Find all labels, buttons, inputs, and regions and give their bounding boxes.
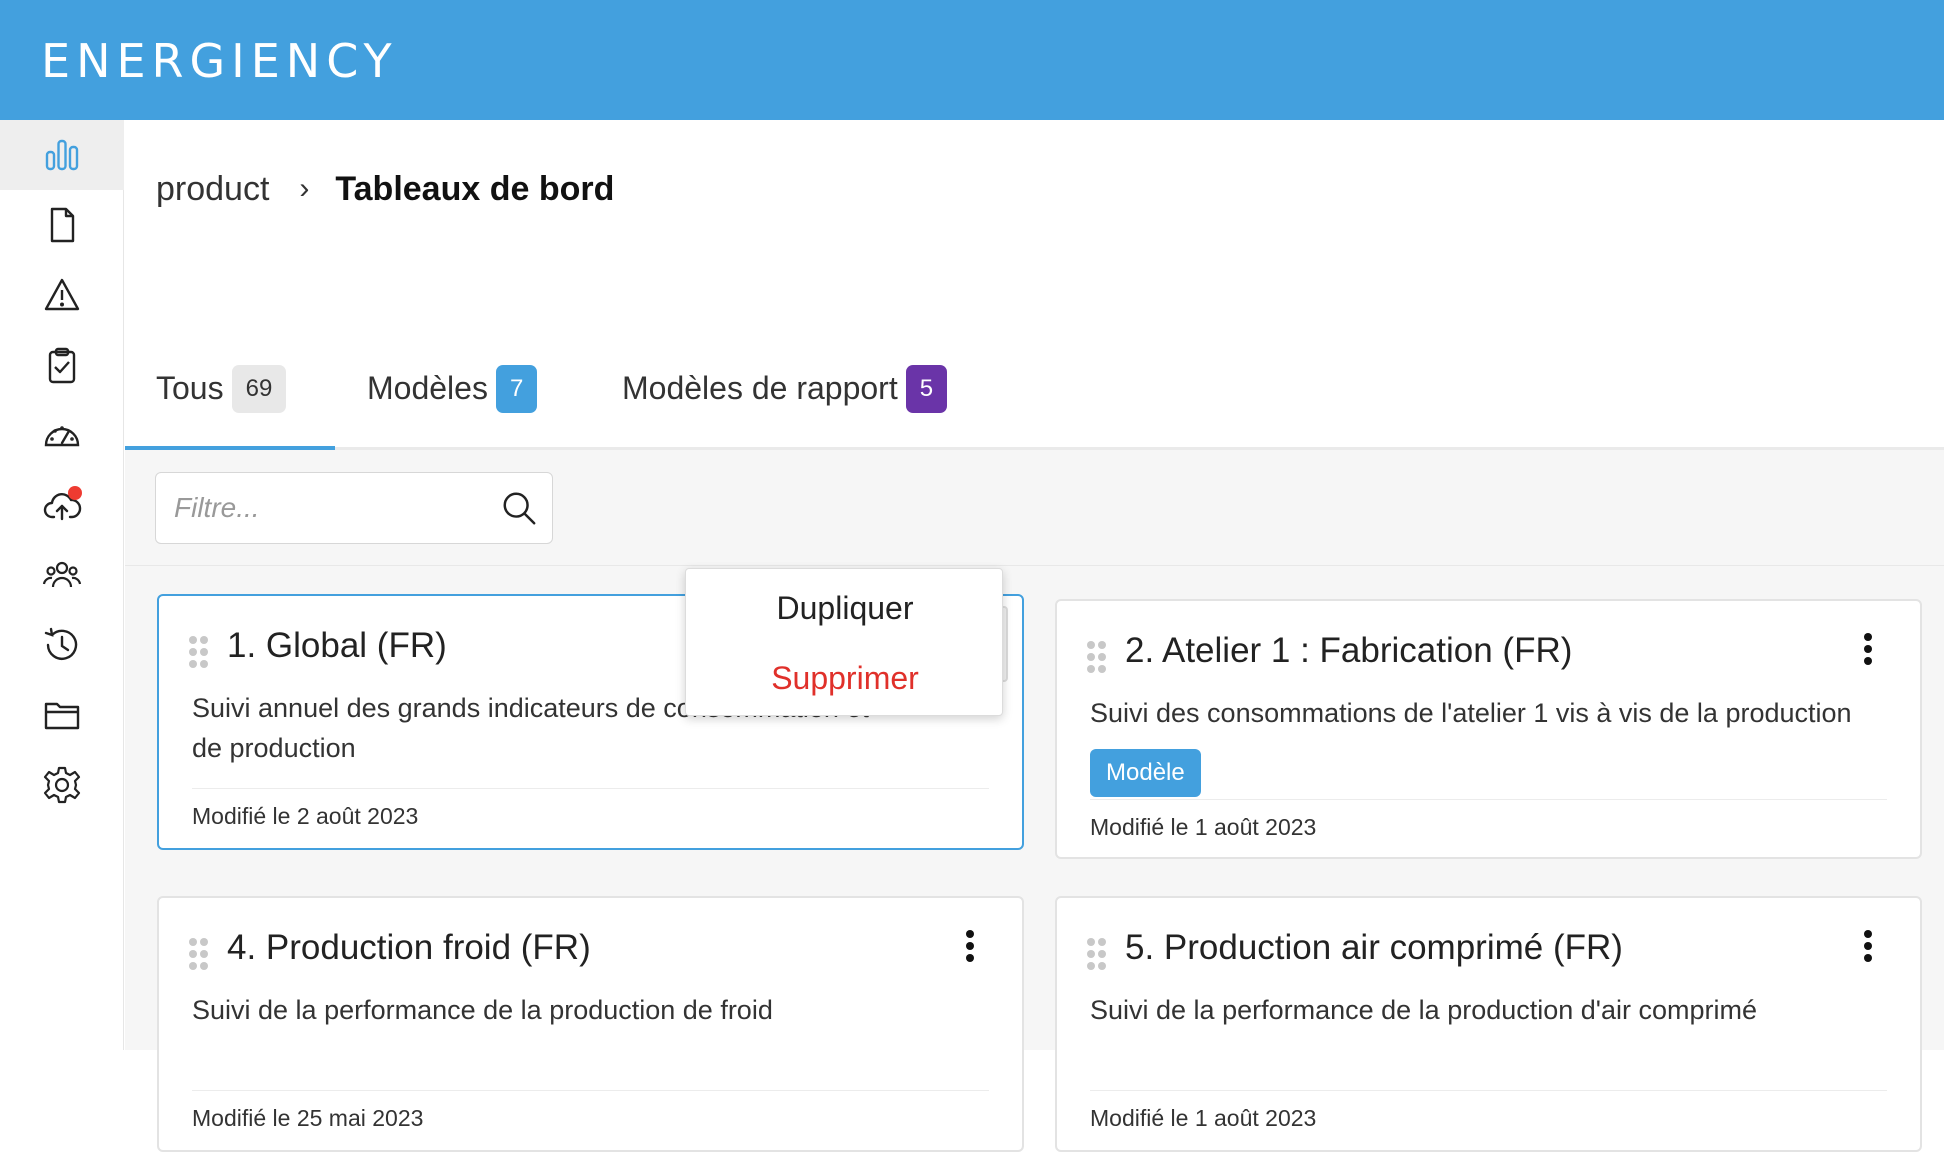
more-vertical-icon	[1864, 633, 1872, 665]
tab-count-badge: 5	[905, 364, 948, 413]
breadcrumb: product › Tableaux de bord	[156, 164, 614, 214]
card-modified-date: Modifié le 1 août 2023	[1090, 814, 1317, 840]
search-icon[interactable]	[500, 489, 538, 527]
tab-label: Tous	[156, 370, 224, 406]
sidebar-item-alerts[interactable]	[0, 260, 124, 330]
card-modified-date: Modifié le 1 août 2023	[1090, 1105, 1317, 1131]
gauge-icon	[44, 426, 80, 447]
card-menu-button[interactable]	[1830, 611, 1906, 687]
card-description: Suivi des consommations de l'atelier 1 v…	[1090, 698, 1852, 728]
tab-report-templates[interactable]: Modèles de rapport 5	[622, 330, 948, 447]
dashboard-card[interactable]: 2. Atelier 1 : Fabrication (FR) Suivi de…	[1055, 599, 1922, 859]
page-title: Tableaux de bord	[335, 169, 615, 208]
card-title[interactable]: 5. Production air comprimé (FR)	[1125, 928, 1623, 968]
filter-field	[155, 472, 553, 544]
sidebar-item-import[interactable]	[0, 470, 124, 540]
sidebar-item-tasks[interactable]	[0, 330, 124, 400]
card-modified-date: Modifié le 2 août 2023	[192, 803, 419, 829]
menu-item-duplicate[interactable]: Dupliquer	[686, 573, 1004, 643]
dashboard-card[interactable]: 5. Production air comprimé (FR) Suivi de…	[1055, 896, 1922, 1152]
clipboard-check-icon	[48, 347, 76, 384]
dashboard-card[interactable]: 4. Production froid (FR) Suivi de la per…	[157, 896, 1024, 1152]
sidebar-item-settings[interactable]	[0, 750, 124, 820]
card-menu-button[interactable]	[1830, 908, 1906, 984]
sidebar-item-history[interactable]	[0, 610, 124, 680]
card-description: Suivi de la performance de la production…	[1090, 995, 1757, 1025]
tabs: Tous 69 Modèles 7 Modèles de rapport 5	[124, 330, 1944, 450]
drag-handle-icon[interactable]	[1087, 641, 1107, 673]
filter-input[interactable]	[156, 473, 486, 543]
card-divider	[1090, 1090, 1887, 1091]
sidebar-item-dashboards[interactable]	[0, 120, 124, 190]
folder-icon	[44, 702, 80, 730]
filter-bar	[125, 450, 1944, 566]
card-divider	[1090, 799, 1887, 800]
history-icon	[44, 627, 78, 660]
card-divider	[192, 1090, 989, 1091]
card-description: Suivi de la performance de la production…	[192, 995, 773, 1025]
card-divider	[192, 788, 989, 789]
tab-label: Modèles de rapport	[622, 370, 898, 406]
tab-count-badge: 69	[231, 364, 287, 413]
breadcrumb-separator-icon: ›	[299, 172, 310, 205]
drag-handle-icon[interactable]	[189, 636, 209, 668]
settings-icon	[43, 766, 81, 804]
tab-count-badge: 7	[495, 364, 538, 413]
menu-item-delete[interactable]: Supprimer	[686, 643, 1004, 713]
tab-label: Modèles	[367, 370, 488, 406]
document-icon	[50, 207, 75, 243]
card-title[interactable]: 4. Production froid (FR)	[227, 928, 591, 968]
top-bar: ENERGIENCY	[0, 0, 1944, 120]
bar-chart-icon	[45, 139, 79, 171]
users-icon	[42, 561, 82, 588]
breadcrumb-root[interactable]: product	[156, 170, 269, 209]
warning-icon	[44, 278, 80, 311]
sidebar-item-documents[interactable]	[0, 190, 124, 260]
more-vertical-icon	[1864, 930, 1872, 962]
notification-dot	[68, 486, 82, 500]
drag-handle-icon[interactable]	[1087, 938, 1107, 970]
card-menu-button[interactable]	[932, 908, 1008, 984]
card-context-menu: Dupliquer Supprimer	[685, 568, 1003, 716]
tab-all[interactable]: Tous 69	[124, 330, 336, 450]
sidebar-item-performance[interactable]	[0, 400, 124, 470]
sidebar-item-files[interactable]	[0, 680, 124, 750]
card-modified-date: Modifié le 25 mai 2023	[192, 1105, 424, 1131]
more-vertical-icon	[966, 930, 974, 962]
dashboard-grid: 1. Global (FR) Suivi annuel des grands i…	[125, 566, 1944, 1152]
tab-templates[interactable]: Modèles 7	[367, 330, 538, 447]
sidebar-item-users[interactable]	[0, 540, 124, 610]
card-title[interactable]: 1. Global (FR)	[227, 626, 447, 666]
main-content: product › Tableaux de bord Tous 69 Modèl…	[124, 120, 1944, 1152]
drag-handle-icon[interactable]	[189, 938, 209, 970]
template-tag: Modèle	[1090, 749, 1201, 797]
sidebar	[0, 120, 124, 1050]
card-title[interactable]: 2. Atelier 1 : Fabrication (FR)	[1125, 631, 1572, 671]
app-logo[interactable]: ENERGIENCY	[41, 30, 398, 92]
